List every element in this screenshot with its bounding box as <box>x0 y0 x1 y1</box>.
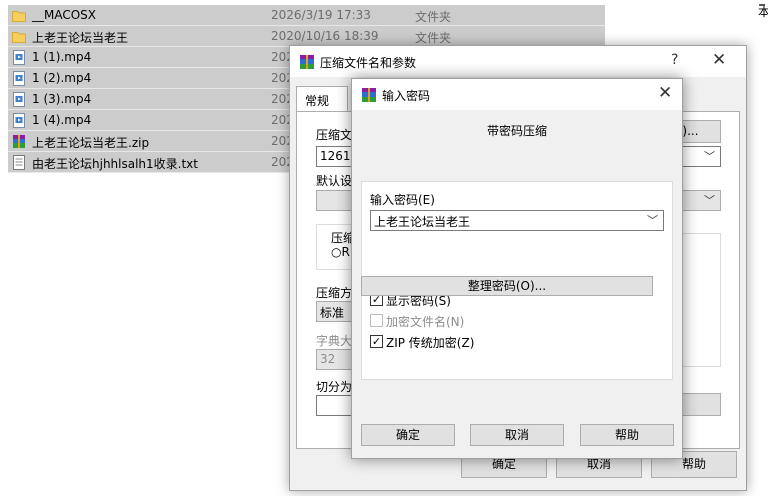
clipped-window-text: ▪ 本 <box>758 0 768 18</box>
help-button[interactable]: 帮助 <box>580 424 674 446</box>
file-row[interactable]: 上老王论坛当老王 2020/10/16 18:39 文件夹 <box>8 26 605 47</box>
help-button-label: 帮助 <box>614 428 639 442</box>
file-name: 上老王论坛当老王 <box>32 31 129 45</box>
dialog-heading: 带密码压缩 <box>486 124 547 138</box>
cancel-button[interactable]: 取消 <box>470 424 564 446</box>
file-date: 2026/3/19 17:33 <box>271 8 371 22</box>
chevron-down-icon[interactable]: ﹀ <box>647 212 658 228</box>
folder-icon <box>12 29 26 44</box>
help-title-button[interactable]: ? <box>671 52 678 68</box>
default-settings-label: 默认设 <box>316 174 353 188</box>
compression-method-select[interactable]: 标准 <box>316 301 356 322</box>
ok-button-label: 确定 <box>491 457 516 471</box>
folder-icon <box>12 8 26 23</box>
format-radio[interactable]: ○R <box>331 245 350 259</box>
unchecked-box-icon[interactable] <box>370 314 383 327</box>
help-button-label: 帮助 <box>681 457 706 471</box>
chevron-down-icon: ﹀ <box>704 194 715 207</box>
compression-method-value: 标准 <box>320 306 345 320</box>
dictionary-size-value: 32 <box>320 352 336 366</box>
chevron-down-icon: ﹀ <box>704 150 715 163</box>
file-type: 文件夹 <box>415 10 452 24</box>
file-name: __MACOSX <box>32 8 97 22</box>
tab-general[interactable]: 常规 <box>296 86 348 112</box>
password-input[interactable]: 上老王论坛当老王 ﹀ <box>370 210 664 231</box>
checkmark-icon[interactable]: ✓ <box>370 335 383 348</box>
file-name: 1 (3).mp4 <box>32 92 92 106</box>
file-row[interactable]: __MACOSX 2026/3/19 17:33 文件夹 <box>8 5 605 26</box>
close-icon[interactable]: ✕ <box>658 83 672 103</box>
profiles-button[interactable] <box>316 190 356 211</box>
video-file-icon <box>12 50 26 65</box>
close-icon[interactable]: ✕ <box>712 50 726 70</box>
file-date: 2020/10/16 18:39 <box>271 29 379 43</box>
file-type: 文件夹 <box>415 31 452 45</box>
winrar-app-icon <box>361 87 377 103</box>
dialog-title: 输入密码 <box>382 89 431 103</box>
encrypt-filenames-label: 加密文件名(N) <box>386 315 465 329</box>
winrar-app-icon <box>299 54 315 70</box>
ok-button[interactable]: 确定 <box>361 424 455 446</box>
ok-button-label: 确定 <box>395 428 420 442</box>
file-name: 1 (4).mp4 <box>32 113 92 127</box>
password-value: 上老王论坛当老王 <box>374 215 471 229</box>
password-label: 输入密码(E) <box>370 193 435 207</box>
file-name: 1 (2).mp4 <box>32 71 92 85</box>
organize-passwords-button[interactable]: 整理密码(O)... <box>361 276 653 296</box>
video-file-icon <box>12 113 26 128</box>
compression-method-label: 压缩方 <box>316 286 353 300</box>
format-radio-label: R <box>341 245 350 259</box>
cancel-button-label: 取消 <box>504 428 529 442</box>
file-name: 上老王论坛当老王.zip <box>32 136 150 150</box>
file-name: 1 (1).mp4 <box>32 50 92 64</box>
clipped-window-label: 本 <box>758 5 768 19</box>
dictionary-size-select[interactable]: 32 <box>316 349 356 370</box>
archive-name-input[interactable]: 1261.z <box>316 146 361 167</box>
file-name: 由老王论坛hjhhlsalh1收录.txt <box>32 157 198 171</box>
archive-name-label: 压缩文 <box>316 128 353 142</box>
dictionary-size-label: 字典大 <box>316 334 353 348</box>
split-volumes-label: 切分为 <box>316 380 353 394</box>
video-file-icon <box>12 71 26 86</box>
dialog-titlebar[interactable]: 压缩文件名和参数 ? ✕ <box>290 46 746 77</box>
organize-passwords-label: 整理密码(O)... <box>467 279 547 293</box>
text-file-icon <box>12 155 26 170</box>
split-volumes-input[interactable] <box>316 395 356 416</box>
video-file-icon <box>12 92 26 107</box>
tab-general-label: 常规 <box>305 94 330 108</box>
dialog-titlebar[interactable]: 输入密码 ✕ <box>352 79 682 110</box>
winrar-archive-icon <box>12 134 26 149</box>
cancel-button-label: 取消 <box>586 457 611 471</box>
enter-password-dialog: 输入密码 ✕ 带密码压缩 输入密码(E) 上老王论坛当老王 ﹀ ✓ 显示密码(S… <box>351 78 683 459</box>
dialog-title: 压缩文件名和参数 <box>320 56 417 70</box>
zip-legacy-encryption-label: ZIP 传统加密(Z) <box>386 336 475 350</box>
